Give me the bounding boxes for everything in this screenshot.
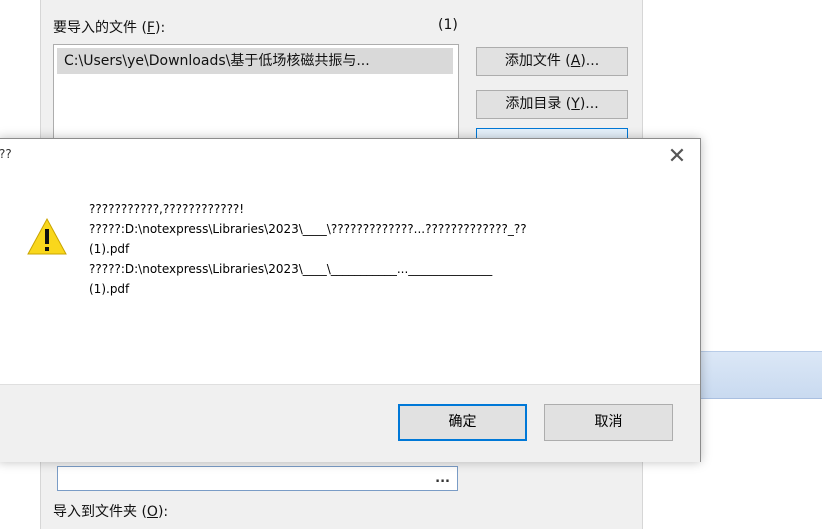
folder-label-key: O	[146, 504, 158, 520]
message-line: (1).pdf	[89, 282, 130, 296]
button-bar: 确定 取消	[0, 384, 700, 462]
add-file-button[interactable]: 添加文件 (A)...	[476, 47, 628, 76]
path-input[interactable]: ...	[57, 466, 458, 491]
list-item[interactable]: C:\Users\ye\Downloads\基于低场核磁共振与...	[57, 48, 453, 74]
add-file-key: A	[570, 53, 581, 69]
folder-label: 导入到文件夹 (O):	[53, 501, 168, 521]
folder-label-text: 导入到文件夹 (	[53, 504, 147, 520]
message-line: ???????????,????????????!	[89, 202, 245, 216]
message-text: ???????????,????????????! ?????:D:\notex…	[89, 199, 679, 299]
message-box-title: ??	[0, 147, 12, 161]
files-label-key: F	[146, 20, 155, 36]
file-count: (1)	[438, 17, 458, 33]
files-label-text: 要导入的文件 (	[53, 20, 147, 36]
add-dir-label: 添加目录 (	[505, 96, 572, 112]
add-directory-button[interactable]: 添加目录 (Y)...	[476, 90, 628, 119]
files-label-post: ):	[154, 20, 166, 36]
add-file-label: 添加文件 (	[504, 53, 571, 69]
message-line: (1).pdf	[89, 242, 130, 256]
add-dir-key: Y	[571, 96, 580, 112]
message-line: ?????:D:\notexpress\Libraries\2023\____\…	[89, 222, 527, 236]
add-dir-post: )...	[579, 96, 599, 112]
folder-label-post: ):	[157, 504, 169, 520]
message-box: ?? ✕ ???????????,????????????! ?????:D:\…	[0, 138, 701, 462]
close-icon[interactable]: ✕	[666, 146, 688, 169]
message-line: ?????:D:\notexpress\Libraries\2023\____\…	[89, 262, 493, 276]
cancel-button[interactable]: 取消	[544, 404, 673, 441]
add-file-post: )...	[580, 53, 600, 69]
warning-icon	[27, 217, 67, 255]
ok-button[interactable]: 确定	[398, 404, 527, 441]
background-window-strip	[700, 351, 822, 399]
files-label: 要导入的文件 (F):	[53, 17, 165, 37]
file-list[interactable]: C:\Users\ye\Downloads\基于低场核磁共振与...	[53, 44, 459, 141]
browse-ellipsis[interactable]: ...	[435, 471, 450, 486]
